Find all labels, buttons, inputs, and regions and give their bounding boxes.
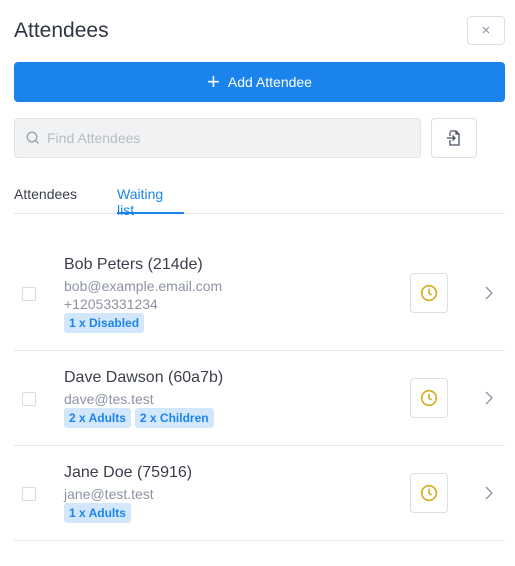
- plus-icon: +: [207, 69, 220, 94]
- list-item[interactable]: Jane Doe (75916) jane@test.test 1 x Adul…: [14, 446, 505, 541]
- waitlist-clock-button[interactable]: [410, 273, 448, 313]
- add-attendee-button[interactable]: + Add Attendee: [14, 62, 505, 102]
- page-title: Attendees: [14, 19, 109, 42]
- tab-bar: Attendees Waiting list: [14, 185, 505, 218]
- tab-waiting-list[interactable]: Waiting list: [117, 186, 184, 218]
- row-checkbox[interactable]: [22, 392, 36, 406]
- list-item[interactable]: Bob Peters (214de) bob@example.email.com…: [14, 214, 505, 351]
- clock-icon: [420, 389, 438, 407]
- attendee-name: Jane Doe (75916): [64, 464, 193, 481]
- waitlist-clock-button[interactable]: [410, 473, 448, 513]
- search-input[interactable]: [47, 130, 387, 146]
- ticket-badge: 1 x Disabled: [64, 313, 145, 333]
- tab-attendees[interactable]: Attendees: [14, 186, 77, 214]
- attendee-name: Dave Dawson (60a7b): [64, 369, 224, 386]
- ticket-badge: 2 x Adults: [64, 408, 131, 428]
- list-item[interactable]: Dave Dawson (60a7b) dave@tes.test 2 x Ad…: [14, 351, 505, 446]
- ticket-badge: 1 x Adults: [64, 503, 131, 523]
- waitlist-clock-button[interactable]: [410, 378, 448, 418]
- clock-icon: [420, 484, 438, 502]
- attendee-email: dave@tes.test: [64, 391, 154, 407]
- chevron-right-icon[interactable]: [483, 390, 495, 406]
- search-box: [14, 118, 421, 158]
- add-attendee-label: Add Attendee: [227, 74, 312, 90]
- chevron-right-icon[interactable]: [483, 285, 495, 301]
- ticket-badge: 2 x Children: [134, 408, 214, 428]
- import-button[interactable]: [431, 118, 477, 158]
- row-checkbox[interactable]: [22, 287, 36, 301]
- ticket-badges: 1 x Disabled: [64, 313, 145, 333]
- attendee-email: jane@test.test: [64, 486, 154, 502]
- ticket-badges: 2 x Adults 2 x Children: [64, 408, 214, 428]
- file-import-icon: [447, 130, 460, 146]
- row-checkbox[interactable]: [22, 487, 36, 501]
- clock-icon: [420, 284, 438, 302]
- close-button[interactable]: ×: [467, 16, 505, 45]
- chevron-right-icon[interactable]: [483, 485, 495, 501]
- search-icon: [26, 131, 39, 144]
- close-icon: ×: [481, 22, 491, 39]
- attendee-name: Bob Peters (214de): [64, 256, 203, 273]
- attendee-phone: +12053331234: [64, 296, 158, 312]
- ticket-badges: 1 x Adults: [64, 503, 131, 523]
- attendee-email: bob@example.email.com: [64, 278, 223, 294]
